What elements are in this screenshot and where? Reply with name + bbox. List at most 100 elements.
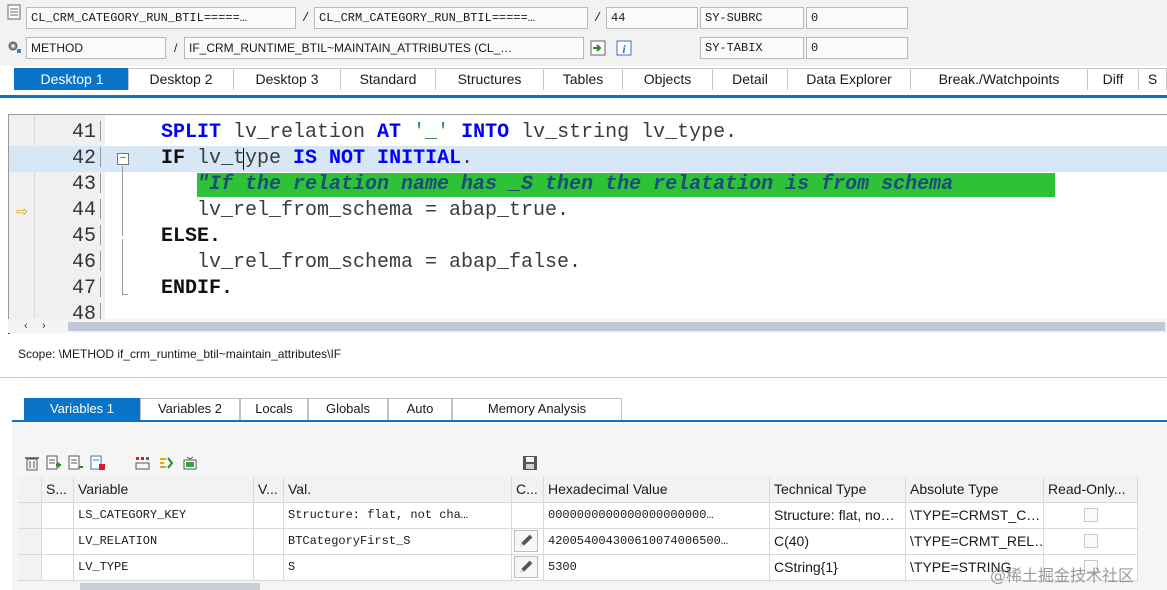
scroll-left-icon[interactable]: ‹ (24, 319, 28, 333)
line-number: 45 (71, 225, 96, 248)
tab-more[interactable]: S (1138, 68, 1167, 90)
variable-name[interactable]: LV_RELATION (74, 529, 254, 555)
delete-icon[interactable] (24, 455, 40, 471)
column-header-v[interactable]: V... (254, 477, 284, 503)
table-row-status (42, 503, 74, 529)
divider (0, 377, 1167, 378)
absolute-type[interactable]: \TYPE=CRMT_REL… (906, 529, 1044, 555)
include-field[interactable]: CL_CRM_CATEGORY_RUN_BTIL=====… (314, 7, 588, 29)
technical-type: C(40) (770, 529, 906, 555)
row-selector[interactable] (18, 529, 42, 555)
read-only-checkbox (1084, 508, 1098, 522)
variable-value[interactable]: S (284, 555, 512, 581)
column-header-variable[interactable]: Variable (74, 477, 254, 503)
row-selector[interactable] (18, 503, 42, 529)
tab-standard[interactable]: Standard (340, 68, 436, 90)
column-header-value[interactable]: Val. (284, 477, 512, 503)
absolute-type[interactable]: \TYPE=CRMST_C… (906, 503, 1044, 529)
tab-variables-2[interactable]: Variables 2 (140, 398, 240, 420)
row-selector[interactable] (18, 555, 42, 581)
sy-subrc-value[interactable]: 0 (806, 7, 908, 29)
column-header-technical-type[interactable]: Technical Type (770, 477, 906, 503)
collapse-block-icon[interactable]: − (117, 153, 129, 165)
slash-separator: / (302, 11, 310, 25)
current-code-line[interactable]: 42 − IF lv_type IS NOT INITIAL. (9, 146, 1167, 172)
tab-detail[interactable]: Detail (712, 68, 788, 90)
split-icon[interactable] (158, 455, 174, 471)
change-icon[interactable] (182, 455, 198, 471)
scope-label: Scope: \METHOD if_crm_runtime_btil~maint… (18, 347, 342, 361)
edit-pencil-icon[interactable] (514, 556, 538, 578)
table-row-c (512, 555, 544, 581)
column-header-read-only[interactable]: Read-Only... (1044, 477, 1138, 503)
code-line[interactable]: 46 lv_rel_from_schema = abap_false. (9, 250, 1167, 276)
variable-value[interactable]: Structure: flat, not cha… (284, 503, 512, 529)
current-statement-arrow-icon: ⇨ (16, 203, 28, 219)
tab-globals[interactable]: Globals (308, 398, 388, 420)
variable-value[interactable]: BTCategoryFirst_S (284, 529, 512, 555)
code-line[interactable]: 45 ELSE. (9, 224, 1167, 250)
tab-diff[interactable]: Diff (1087, 68, 1139, 90)
sy-tabix-value[interactable]: 0 (806, 37, 908, 59)
code-line[interactable]: ⇨ 44 lv_rel_from_schema = abap_true. (9, 198, 1167, 224)
code-line[interactable]: 43 "If the relation name has _S then the… (9, 172, 1167, 198)
column-header-hex[interactable]: Hexadecimal Value (544, 477, 770, 503)
scroll-right-icon[interactable]: › (42, 319, 46, 333)
navigate-icon[interactable] (590, 40, 606, 56)
code-text: SPLIT lv_relation AT '_' INTO lv_string … (161, 121, 738, 144)
table-row-status (42, 555, 74, 581)
watermark-text: @稀土掘金技术社区 (990, 566, 1135, 585)
tab-tables[interactable]: Tables (543, 68, 623, 90)
program-icon (7, 4, 21, 20)
tab-auto[interactable]: Auto (388, 398, 452, 420)
code-text: IF lv_type IS NOT INITIAL. (161, 147, 474, 170)
sy-tabix-label: SY-TABIX (700, 37, 804, 59)
code-text: ENDIF. (161, 277, 234, 300)
delete-row-icon[interactable] (90, 455, 106, 471)
tab-memory-analysis[interactable]: Memory Analysis (452, 398, 622, 420)
tab-data-explorer[interactable]: Data Explorer (787, 68, 911, 90)
grid-horizontal-scrollbar[interactable] (80, 583, 260, 590)
column-header-s[interactable]: S... (42, 477, 74, 503)
insert-row-icon[interactable] (46, 455, 62, 471)
hex-value[interactable]: 420054004300610074006500… (544, 529, 770, 555)
tab-desktop-1[interactable]: Desktop 1 (14, 68, 130, 90)
technical-type: Structure: flat, no… (770, 503, 906, 529)
hex-value[interactable]: 0000000000000000000000… (544, 503, 770, 529)
tab-desktop-3[interactable]: Desktop 3 (233, 68, 341, 90)
line-number: 48 (71, 303, 96, 320)
columns-icon[interactable] (134, 455, 150, 471)
variable-name[interactable]: LV_TYPE (74, 555, 254, 581)
text-cursor (243, 148, 244, 170)
code-line[interactable]: 47 ENDIF. (9, 276, 1167, 302)
column-header-absolute-type[interactable]: Absolute Type (906, 477, 1044, 503)
tab-structures[interactable]: Structures (435, 68, 544, 90)
line-field[interactable]: 44 (606, 7, 698, 29)
horizontal-scrollbar[interactable]: ‹ › (8, 319, 1167, 333)
source-editor[interactable]: 41 SPLIT lv_relation AT '_' INTO lv_stri… (8, 114, 1167, 320)
line-number: 46 (71, 251, 96, 274)
column-header-c[interactable]: C... (512, 477, 544, 503)
program-field[interactable]: CL_CRM_CATEGORY_RUN_BTIL=====… (26, 7, 296, 29)
info-icon[interactable]: i (616, 40, 632, 56)
table-row-status (42, 529, 74, 555)
code-line[interactable]: 41 SPLIT lv_relation AT '_' INTO lv_stri… (9, 120, 1167, 146)
append-row-icon[interactable] (68, 455, 84, 471)
hex-value[interactable]: 5300 (544, 555, 770, 581)
tab-locals[interactable]: Locals (240, 398, 308, 420)
slash-separator: / (174, 41, 178, 55)
event-field[interactable]: IF_CRM_RUNTIME_BTIL~MAINTAIN_ATTRIBUTES … (184, 37, 584, 59)
tab-variables-1[interactable]: Variables 1 (24, 398, 140, 420)
variable-name[interactable]: LS_CATEGORY_KEY (74, 503, 254, 529)
line-number: 41 (71, 121, 96, 144)
event-type-field[interactable]: METHOD (26, 37, 166, 59)
table-row-v (254, 529, 284, 555)
tab-breakpoints-watchpoints[interactable]: Break./Watchpoints (910, 68, 1088, 90)
tab-objects[interactable]: Objects (622, 68, 713, 90)
edit-pencil-icon[interactable] (514, 530, 538, 552)
code-line[interactable]: 48 (9, 302, 1167, 320)
tab-desktop-2[interactable]: Desktop 2 (128, 68, 234, 90)
save-icon[interactable] (522, 455, 538, 471)
scrollbar-thumb[interactable] (68, 322, 1165, 331)
sy-subrc-label: SY-SUBRC (700, 7, 804, 29)
